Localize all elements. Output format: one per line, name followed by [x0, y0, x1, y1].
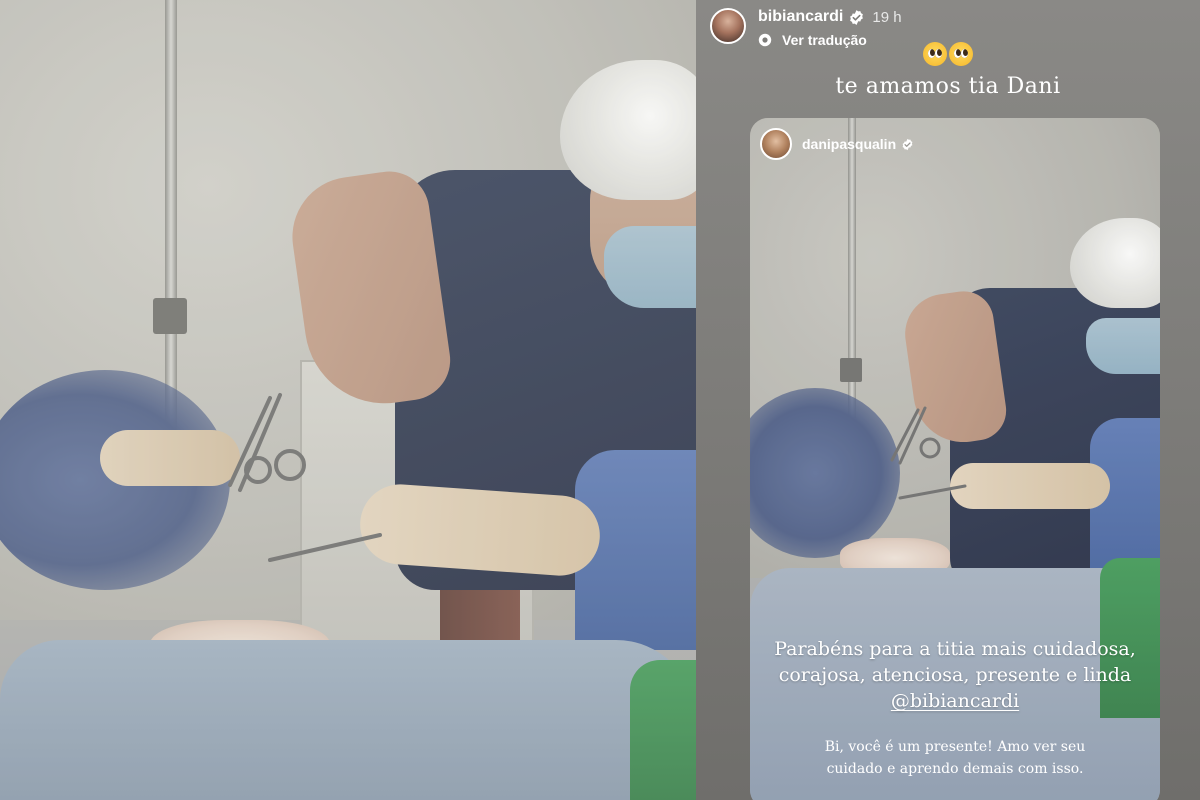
verified-badge-icon: [850, 9, 864, 25]
note-text: Bi, você é um presente! Amo ver seu cuid…: [750, 736, 1160, 780]
tribute-line: corajosa, atenciosa, presente e linda: [778, 664, 1132, 686]
tribute-text: Parabéns para a titia mais cuidadosa, co…: [750, 636, 1160, 714]
note-line: cuidado e aprendo demais com isso.: [826, 761, 1084, 777]
story-caption: te amamos tia Dani: [835, 74, 1061, 99]
tribute-line: Parabéns para a titia mais cuidadosa,: [774, 638, 1136, 660]
verified-badge-icon: [902, 138, 913, 150]
shared-username[interactable]: danipasqualin: [802, 136, 896, 152]
emoji-row: [696, 42, 1200, 66]
instagram-story: bibiancardi 19 h Ver tradução te amamos …: [696, 0, 1200, 800]
mention-link[interactable]: @bibiancardi: [891, 688, 1019, 714]
username[interactable]: bibiancardi: [758, 8, 843, 26]
avatar[interactable]: [760, 128, 792, 160]
shared-header: danipasqualin: [760, 128, 914, 160]
post-time: 19 h: [872, 8, 902, 26]
shared-story-card[interactable]: danipasqualin Parabéns para a titia mais…: [750, 118, 1160, 800]
photo-haze: [0, 0, 696, 800]
surgery-photo: [0, 0, 696, 800]
pleading-face-icon: [949, 42, 973, 66]
note-line: Bi, você é um presente! Amo ver seu: [824, 739, 1086, 755]
header-row: bibiancardi 19 h: [758, 6, 902, 28]
avatar[interactable]: [710, 8, 746, 44]
pleading-face-icon: [923, 42, 947, 66]
